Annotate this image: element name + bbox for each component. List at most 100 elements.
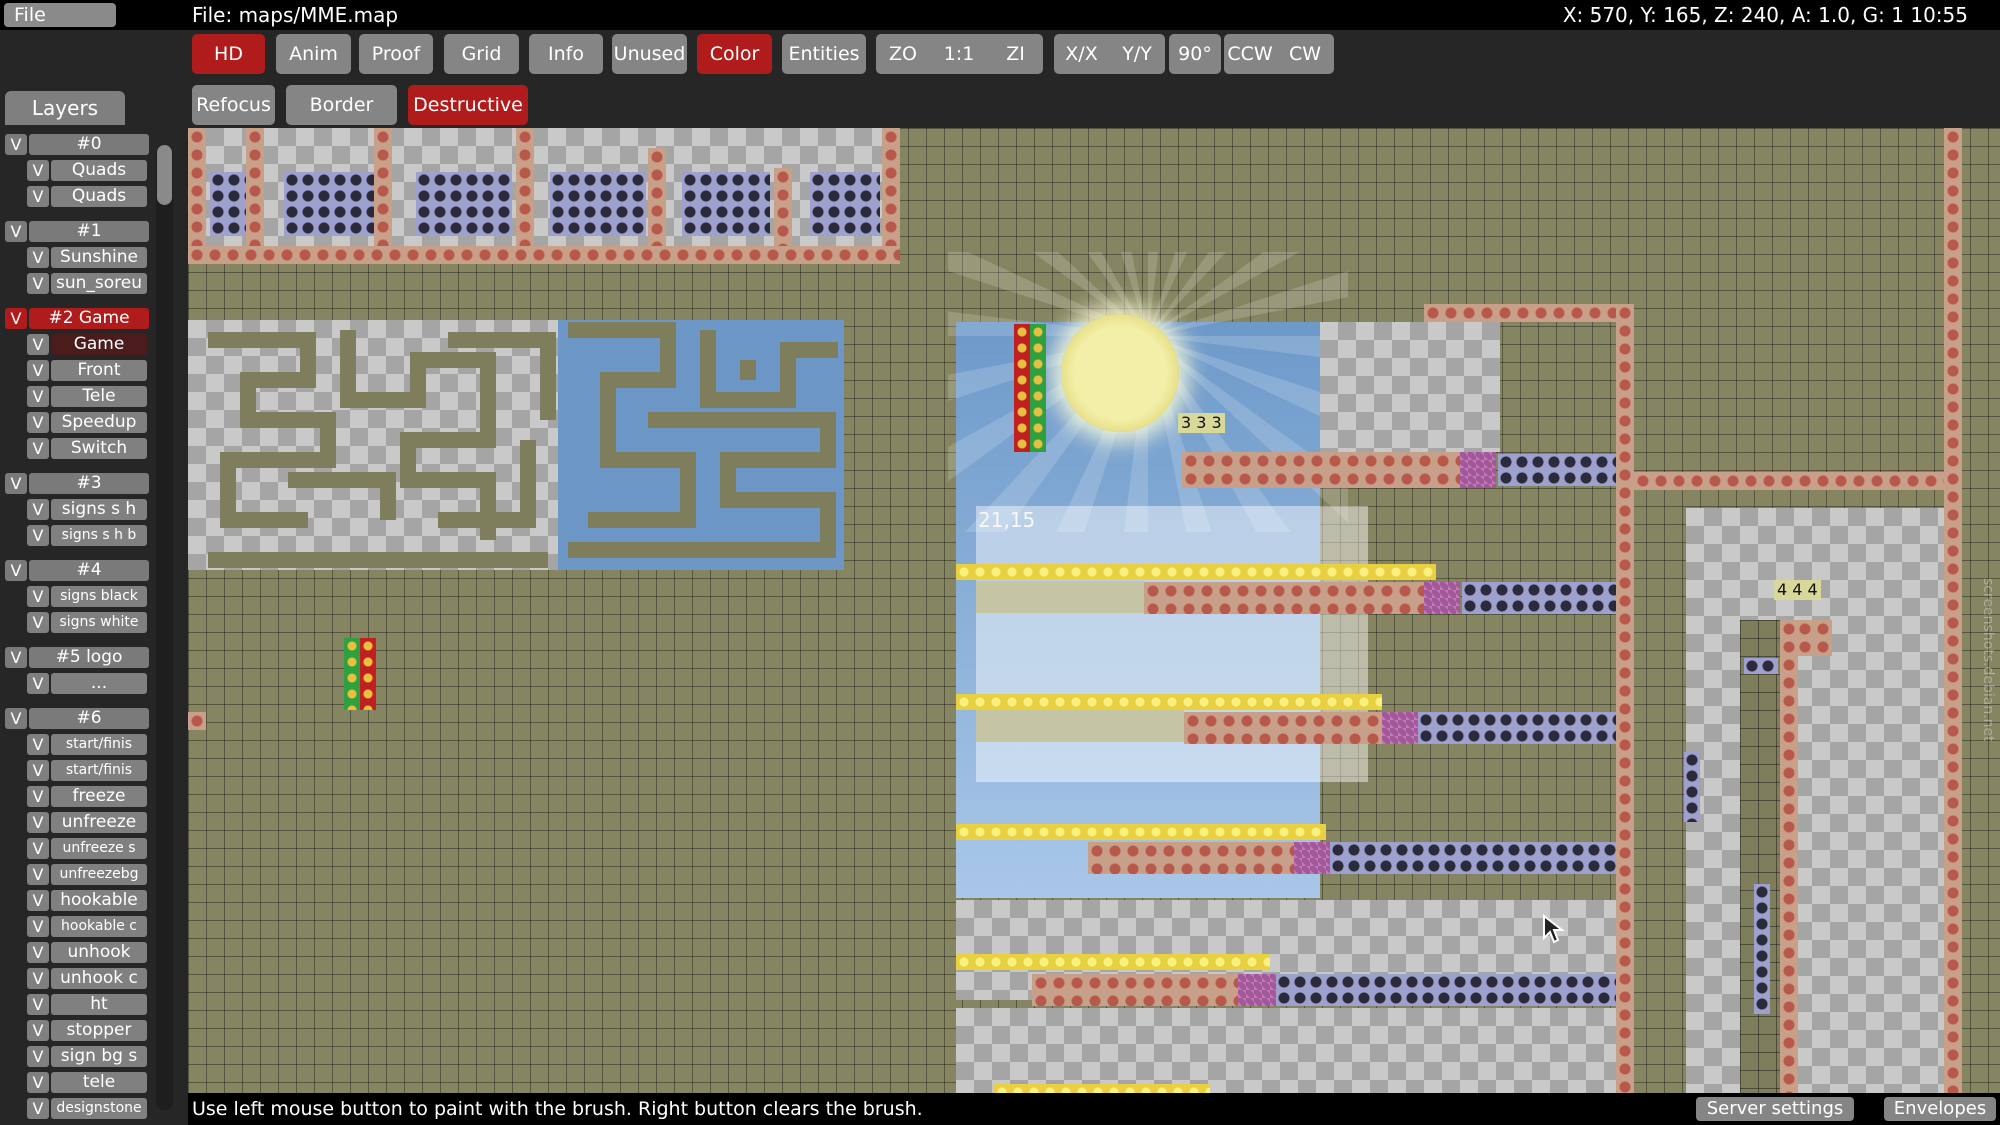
layer-name[interactable]: Switch	[51, 438, 147, 459]
zoom-in-button[interactable]: ZI	[988, 34, 1043, 74]
layer-name[interactable]: unhook	[51, 942, 147, 963]
layer-visibility-toggle[interactable]: V	[27, 1072, 49, 1093]
unused-toggle-button[interactable]: Unused	[612, 34, 687, 74]
layer-name[interactable]: ht	[51, 994, 147, 1015]
layer-name[interactable]: Quads	[51, 186, 147, 207]
rotate-90-button[interactable]: 90°	[1169, 34, 1221, 74]
group-visibility-toggle[interactable]: V	[5, 647, 27, 668]
envelopes-button[interactable]: Envelopes	[1884, 1097, 1996, 1121]
layer-name[interactable]: start/finis	[51, 760, 147, 781]
grid-toggle-button[interactable]: Grid	[444, 34, 519, 74]
layers-scrollbar-thumb[interactable]	[157, 145, 172, 205]
layer-name[interactable]: Game	[51, 334, 147, 355]
layers-scrollbar[interactable]	[156, 145, 173, 1110]
layer-name[interactable]: unfreeze s	[51, 838, 147, 859]
file-menu-button[interactable]: File	[4, 3, 116, 27]
layer-name[interactable]: signs black	[51, 586, 147, 607]
layer-visibility-toggle[interactable]: V	[27, 968, 49, 989]
layer-visibility-toggle[interactable]: V	[27, 786, 49, 807]
group-visibility-toggle[interactable]: V	[5, 221, 27, 242]
layer-name[interactable]: signs s h	[51, 499, 147, 520]
layer-name[interactable]: signs s h b	[51, 525, 147, 546]
layer-name[interactable]: Speedup	[51, 412, 147, 433]
server-settings-button[interactable]: Server settings	[1696, 1097, 1854, 1121]
anim-toggle-button[interactable]: Anim	[276, 34, 351, 74]
layer-name[interactable]: Quads	[51, 160, 147, 181]
layer-group-name[interactable]: #0	[29, 134, 149, 155]
layer-visibility-toggle[interactable]: V	[27, 760, 49, 781]
layer-visibility-toggle[interactable]: V	[27, 247, 49, 268]
group-visibility-toggle[interactable]: V	[5, 473, 27, 494]
layer-name[interactable]: freeze	[51, 786, 147, 807]
layer-visibility-toggle[interactable]: V	[27, 186, 49, 207]
layer-visibility-toggle[interactable]: V	[27, 994, 49, 1015]
layer-visibility-toggle[interactable]: V	[27, 1098, 49, 1119]
hd-toggle-button[interactable]: HD	[192, 34, 265, 74]
group-visibility-toggle[interactable]: V	[5, 134, 27, 155]
layer-group-name[interactable]: #4	[29, 560, 149, 581]
flip-y-button[interactable]: Y/Y	[1109, 34, 1165, 74]
color-toggle-button[interactable]: Color	[697, 34, 772, 74]
layer-name[interactable]: tele	[51, 1072, 147, 1093]
layer-visibility-toggle[interactable]: V	[27, 734, 49, 755]
layer-visibility-toggle[interactable]: V	[27, 586, 49, 607]
layer-visibility-toggle[interactable]: V	[27, 890, 49, 911]
group-visibility-toggle[interactable]: V	[5, 308, 27, 329]
layer-name[interactable]: sun_soreu	[51, 273, 147, 294]
layer-visibility-toggle[interactable]: V	[27, 673, 49, 694]
flip-x-button[interactable]: X/X	[1054, 34, 1109, 74]
layer-visibility-toggle[interactable]: V	[27, 612, 49, 633]
layer-group-name[interactable]: #2 Game	[29, 308, 149, 329]
map-canvas[interactable]: 3 3 3 21,15 4 4 4 screenshots.debian.net	[188, 128, 2000, 1093]
layer-name[interactable]: designstone	[51, 1098, 147, 1119]
layer-name[interactable]: hookable	[51, 890, 147, 911]
layer-visibility-toggle[interactable]: V	[27, 160, 49, 181]
refocus-button[interactable]: Refocus	[192, 85, 275, 125]
rotate-ccw-button[interactable]: CCW	[1224, 34, 1276, 74]
layer-visibility-toggle[interactable]: V	[27, 334, 49, 355]
layer-name[interactable]: signs white	[51, 612, 147, 633]
layer-name[interactable]: start/finis	[51, 734, 147, 755]
layer-visibility-toggle[interactable]: V	[27, 273, 49, 294]
layer-name[interactable]: sign bg s	[51, 1046, 147, 1067]
layer-name[interactable]: hookable c	[51, 916, 147, 937]
layer-name[interactable]: unfreezebg	[51, 864, 147, 885]
rotate-cw-button[interactable]: CW	[1276, 34, 1334, 74]
layer-visibility-toggle[interactable]: V	[27, 1020, 49, 1041]
layer-visibility-toggle[interactable]: V	[27, 812, 49, 833]
layer-visibility-toggle[interactable]: V	[27, 942, 49, 963]
layer-group-name[interactable]: #6	[29, 708, 149, 729]
lower-background	[956, 1008, 1626, 1093]
layer-visibility-toggle[interactable]: V	[27, 864, 49, 885]
layer-visibility-toggle[interactable]: V	[27, 916, 49, 937]
layer-group-name[interactable]: #1	[29, 221, 149, 242]
group-visibility-toggle[interactable]: V	[5, 560, 27, 581]
zoom-reset-button[interactable]: 1:1	[930, 34, 988, 74]
border-button[interactable]: Border	[286, 85, 397, 125]
entities-toggle-button[interactable]: Entities	[782, 34, 866, 74]
layer-visibility-toggle[interactable]: V	[27, 525, 49, 546]
proof-toggle-button[interactable]: Proof	[359, 34, 433, 74]
layer-visibility-toggle[interactable]: V	[27, 360, 49, 381]
layer-name[interactable]: unhook c	[51, 968, 147, 989]
layer-visibility-toggle[interactable]: V	[27, 1046, 49, 1067]
layer-visibility-toggle[interactable]: V	[27, 499, 49, 520]
layer-visibility-toggle[interactable]: V	[27, 438, 49, 459]
group-visibility-toggle[interactable]: V	[5, 708, 27, 729]
layer-name[interactable]: unfreeze	[51, 812, 147, 833]
layer-name[interactable]: Sunshine	[51, 247, 147, 268]
layers-tab[interactable]: Layers	[5, 91, 125, 125]
speedup-row	[956, 824, 1326, 840]
destructive-toggle-button[interactable]: Destructive	[408, 85, 528, 125]
layer-visibility-toggle[interactable]: V	[27, 412, 49, 433]
layer-group-name[interactable]: #3	[29, 473, 149, 494]
layer-visibility-toggle[interactable]: V	[27, 838, 49, 859]
layer-group-name[interactable]: #5 logo	[29, 647, 149, 668]
layer-name[interactable]: Front	[51, 360, 147, 381]
info-toggle-button[interactable]: Info	[529, 34, 603, 74]
layer-name[interactable]: Tele	[51, 386, 147, 407]
layer-visibility-toggle[interactable]: V	[27, 386, 49, 407]
zoom-out-button[interactable]: ZO	[876, 34, 930, 74]
layer-name[interactable]: ...	[51, 673, 147, 694]
layer-name[interactable]: stopper	[51, 1020, 147, 1041]
